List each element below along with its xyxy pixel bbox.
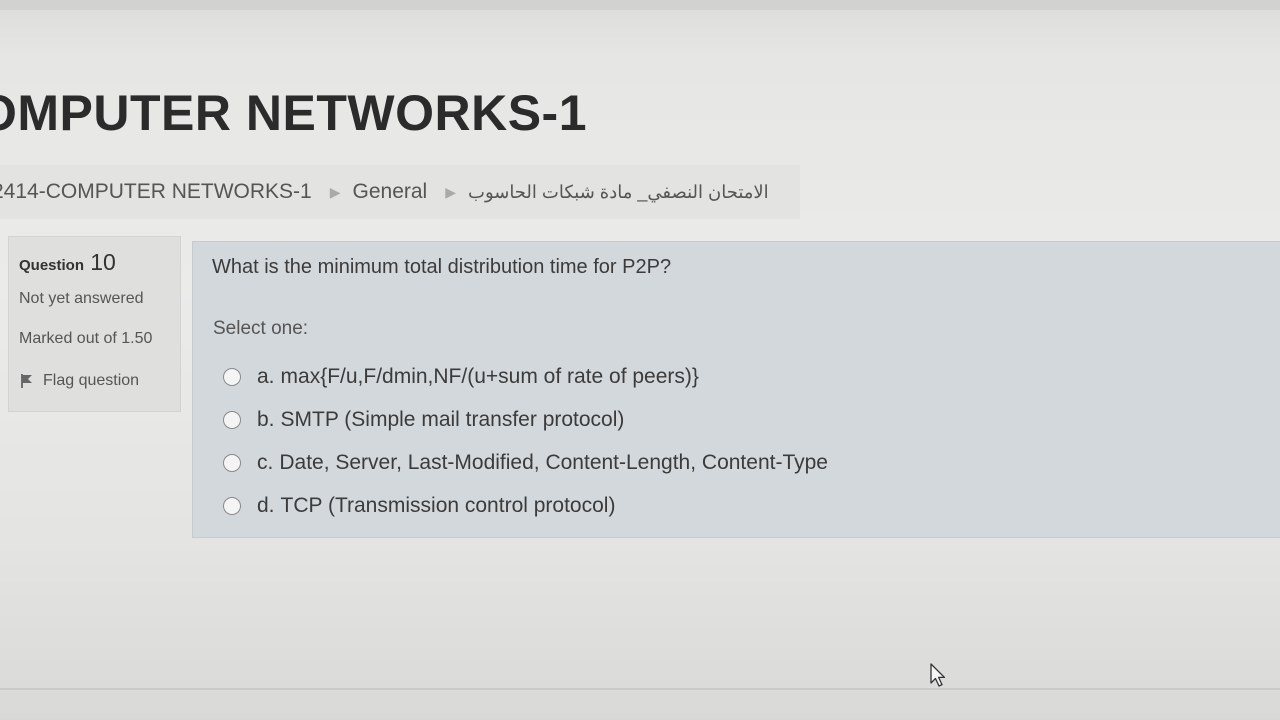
option-d[interactable]: d. TCP (Transmission control protocol) <box>223 484 828 527</box>
mouse-cursor-icon <box>930 663 946 687</box>
option-letter: b. <box>257 407 275 431</box>
question-content: What is the minimum total distribution t… <box>192 241 1280 538</box>
question-text: What is the minimum total distribution t… <box>212 256 672 278</box>
radio-button[interactable] <box>223 453 241 472</box>
option-a[interactable]: a. max{F/u,F/dmin,NF/(u+sum of rate of p… <box>223 355 828 398</box>
breadcrumb-general[interactable]: General <box>353 180 428 204</box>
option-text: max{F/u,F/dmin,NF/(u+sum of rate of peer… <box>280 364 699 388</box>
flag-icon <box>21 374 32 388</box>
breadcrumb-exam[interactable]: الامتحان النصفي_ مادة شبكات الحاسوب <box>468 182 769 203</box>
breadcrumb: 2414-COMPUTER NETWORKS-1 ▶ General ▶ الا… <box>0 165 800 219</box>
flag-question-link[interactable]: Flag question <box>19 372 170 390</box>
question-grade: Marked out of 1.50 <box>19 330 153 347</box>
top-rule <box>0 0 1280 10</box>
bottom-rule <box>0 688 1280 690</box>
select-one-prompt: Select one: <box>213 318 309 339</box>
breadcrumb-course[interactable]: 2414-COMPUTER NETWORKS-1 <box>0 180 312 204</box>
option-letter: d. <box>257 493 275 517</box>
question-state: Not yet answered <box>19 290 144 307</box>
flag-question-label: Flag question <box>43 372 140 389</box>
option-b[interactable]: b. SMTP (Simple mail transfer protocol) <box>223 398 828 441</box>
option-text: SMTP (Simple mail transfer protocol) <box>280 407 625 431</box>
radio-button[interactable] <box>223 410 241 429</box>
option-letter: c. <box>257 450 274 474</box>
triangle-right-icon: ▶ <box>445 183 456 200</box>
option-text: TCP (Transmission control protocol) <box>280 493 616 517</box>
triangle-right-icon: ▶ <box>329 183 341 200</box>
answer-options: a. max{F/u,F/dmin,NF/(u+sum of rate of p… <box>223 355 828 527</box>
option-c[interactable]: c. Date, Server, Last-Modified, Content-… <box>223 441 828 484</box>
radio-button[interactable] <box>223 367 241 386</box>
question-info: Question 10 Not yet answered Marked out … <box>8 236 181 412</box>
question-label: Question <box>19 257 85 274</box>
question-num: 10 <box>90 249 116 275</box>
page-title: OMPUTER NETWORKS-1 <box>0 85 587 141</box>
option-text: Date, Server, Last-Modified, Content-Len… <box>279 450 828 474</box>
radio-button[interactable] <box>223 496 241 515</box>
question-number: Question 10 <box>19 249 170 276</box>
option-letter: a. <box>257 364 275 388</box>
